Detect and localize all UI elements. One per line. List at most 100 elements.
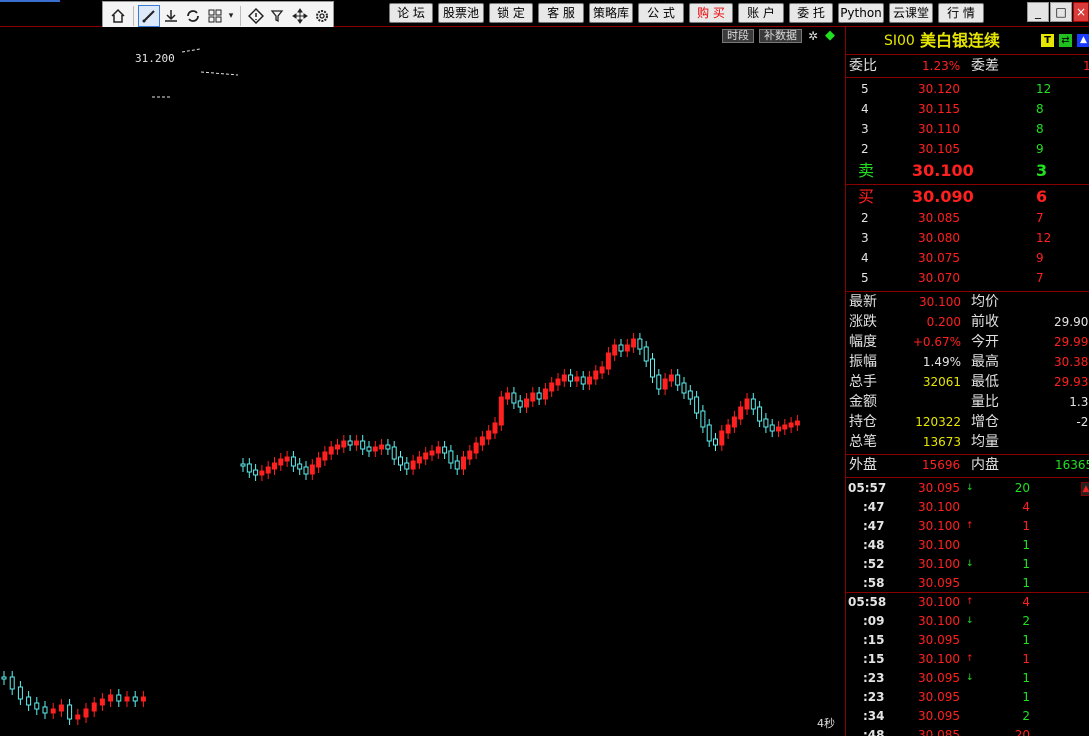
move-icon[interactable] (289, 5, 311, 27)
stat-label: 振幅 (849, 354, 877, 370)
fill-data-tag-button[interactable]: 补数据 (759, 29, 802, 43)
menu-classroom-button[interactable]: 云课堂 (889, 3, 933, 23)
minimize-button[interactable]: _ (1027, 2, 1049, 22)
stat-label: 总手 (849, 374, 877, 390)
menu-python-button[interactable]: Python (838, 3, 884, 23)
candle-body (580, 376, 586, 385)
ask-price: 30.120 (918, 82, 960, 96)
download-icon[interactable] (160, 5, 182, 27)
ask-row: 2 30.105 9 (846, 139, 1089, 159)
stat-label: 前收 (971, 314, 999, 330)
scroll-up-button[interactable]: ▲ (1081, 482, 1089, 496)
candle-body (776, 426, 781, 432)
session-tag-button[interactable]: 时段 (722, 29, 754, 43)
candle-body (34, 702, 40, 710)
candle-body (353, 440, 359, 446)
grid-icon[interactable] (204, 5, 226, 27)
candle-body (265, 466, 271, 474)
bid-row: 4 30.075 9 (846, 248, 1089, 268)
candle-body (372, 446, 378, 452)
candle-body (763, 418, 769, 428)
menu-buy-button[interactable]: 购 买 (689, 3, 733, 23)
candle-body (467, 450, 473, 460)
tick-direction: ↑ (966, 654, 974, 664)
candle-body (75, 714, 81, 720)
tick-price: 30.095 (918, 709, 960, 723)
switch-badge-icon[interactable]: ⇄ (1059, 34, 1072, 47)
green-diamond-icon[interactable]: ◆ (825, 28, 835, 43)
stat-label: 幅度 (849, 334, 877, 350)
ask-volume: 12 (1036, 82, 1052, 96)
menu-formula-button[interactable]: 公 式 (638, 3, 684, 23)
candle-body (694, 396, 700, 414)
bid-level: 5 (861, 271, 869, 285)
menu-forum-button[interactable]: 论 坛 (389, 3, 433, 23)
tick-time: :09 (863, 614, 885, 628)
up-badge-icon[interactable]: ▲ (1077, 34, 1089, 47)
tick-price: 30.100 (918, 500, 960, 514)
filter-icon[interactable] (267, 5, 289, 27)
ask-volume: 8 (1036, 122, 1044, 136)
buy1-row: 买 30.090 6 (846, 187, 1089, 209)
candle-body (700, 410, 706, 428)
sync-icon[interactable] (182, 5, 204, 27)
tick-direction: ↑ (966, 521, 974, 531)
candle-body (643, 346, 649, 362)
t-badge-icon[interactable]: T (1041, 34, 1054, 47)
candle-body (555, 378, 561, 386)
tick-direction: ↓ (966, 673, 974, 683)
bid-volume: 7 (1036, 271, 1044, 285)
panel-divider (846, 54, 1089, 55)
candle-body (272, 462, 277, 470)
menu-stock-pool-button[interactable]: 股票池 (438, 3, 484, 23)
menu-service-button[interactable]: 客 服 (538, 3, 584, 23)
tick-volume: 1 (1022, 671, 1030, 685)
tick-volume: 1 (1022, 633, 1030, 647)
stat-value: 30.100 (919, 295, 961, 309)
candle-body (505, 392, 511, 400)
candle-body (58, 704, 64, 712)
settings-icon[interactable]: ✲ (808, 29, 818, 43)
candle-body (240, 463, 246, 467)
menu-market-button[interactable]: 行 情 (938, 3, 984, 23)
bid-price: 30.070 (918, 271, 960, 285)
candle-body (656, 374, 662, 390)
candlestick-chart-area[interactable]: 时段 补数据 ✲ ◆ 31.200 4秒 (0, 27, 845, 736)
menu-order-button[interactable]: 委 托 (789, 3, 833, 23)
menu-account-button[interactable]: 账 户 (738, 3, 784, 23)
tool-separator (240, 6, 241, 26)
home-icon[interactable] (107, 5, 129, 27)
candle-body (549, 382, 555, 392)
candle-body (750, 398, 756, 410)
stat-label: 涨跌 (849, 314, 877, 330)
stat-row: 金额 量比 1.39 (846, 392, 1089, 412)
draw-line-icon[interactable] (138, 5, 160, 27)
candle-body (116, 694, 122, 702)
menu-strategy-button[interactable]: 策略库 (589, 3, 633, 23)
sell1-row: 卖 30.100 3 (846, 161, 1089, 183)
sell1-label: 卖 (858, 161, 875, 180)
candle-body (461, 456, 466, 470)
maximize-button[interactable]: □ (1050, 2, 1072, 22)
candle-body (309, 464, 315, 475)
candle-body (379, 444, 385, 450)
pre-open-dash (181, 48, 201, 53)
close-button[interactable]: × (1073, 2, 1089, 22)
tick-row: :23 30.095 1 (846, 687, 1089, 707)
candle-body (744, 398, 750, 410)
candle-body (788, 422, 794, 428)
tick-row: 05:58 30.100 ↑ 4 (846, 592, 1089, 612)
tick-time: :47 (863, 519, 885, 533)
tick-volume: 1 (1022, 557, 1030, 571)
dropdown-icon[interactable]: ▾ (226, 5, 236, 27)
bid-price: 30.080 (918, 231, 960, 245)
alert-icon[interactable] (245, 5, 267, 27)
menu-lock-button[interactable]: 锁 定 (489, 3, 533, 23)
pre-open-dash (200, 71, 239, 76)
tick-time: :47 (863, 500, 885, 514)
stat-label: 量比 (971, 394, 999, 410)
stat-row: 总手 32061 最低 29.935 (846, 372, 1089, 392)
settings-icon[interactable] (311, 5, 333, 27)
candle-body (612, 344, 618, 356)
candle-body (725, 424, 731, 434)
